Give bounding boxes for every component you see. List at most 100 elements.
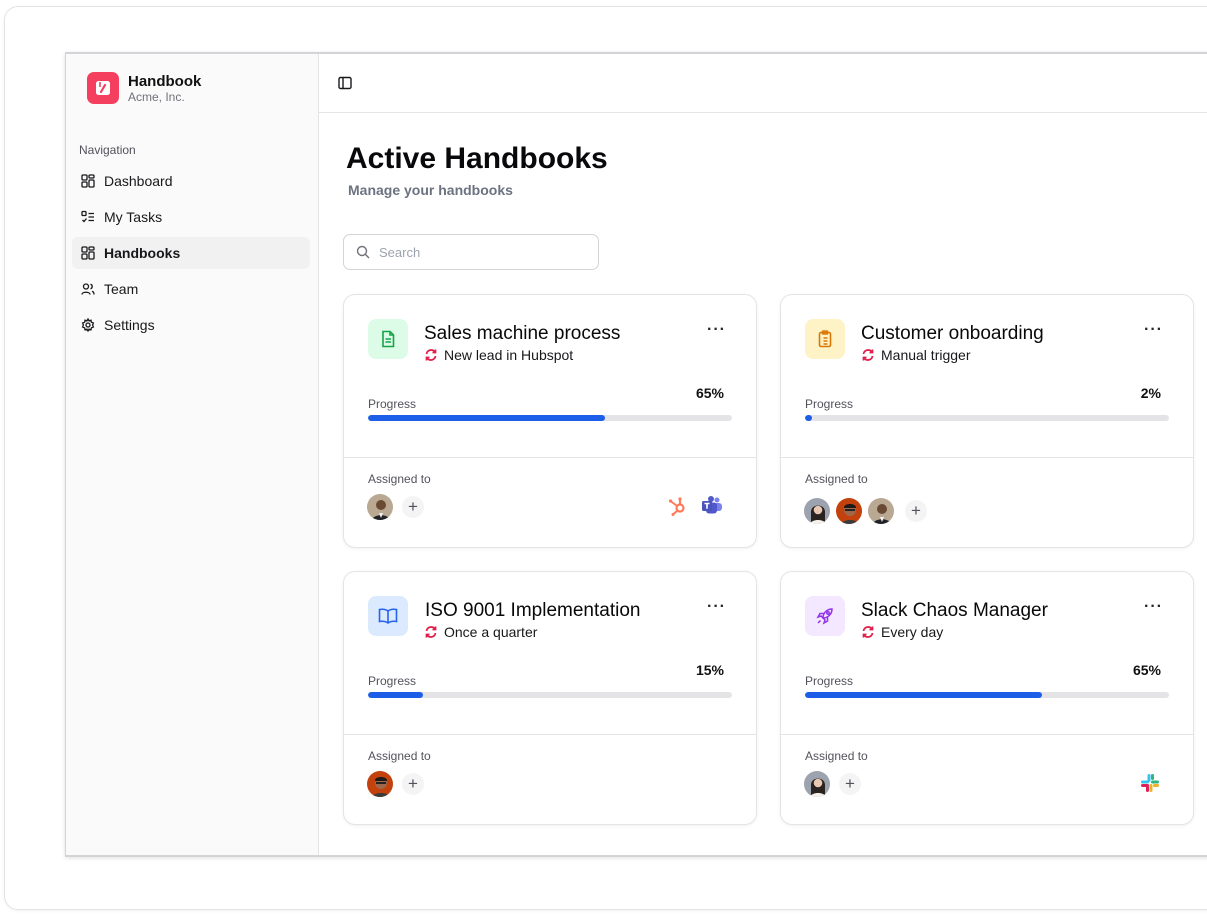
assignees: + [803, 497, 927, 525]
sidebar-item-handbooks[interactable]: Handbooks [72, 237, 310, 269]
avatar[interactable] [835, 497, 863, 525]
sidebar-item-label: My Tasks [104, 209, 163, 225]
card-title: Sales machine process [424, 323, 621, 344]
progress-percent: 65% [1132, 662, 1161, 678]
card-trigger-label: Once a quarter [444, 624, 538, 640]
card-icon-box [805, 319, 845, 359]
dashboard-icon [81, 174, 95, 188]
document-icon [382, 330, 395, 348]
refresh-icon [425, 349, 437, 361]
card-icon-box [368, 319, 408, 359]
add-assignee-button[interactable]: + [402, 496, 424, 518]
add-assignee-button[interactable]: + [905, 500, 927, 522]
card-divider [781, 457, 1193, 458]
slack-icon[interactable] [1139, 772, 1161, 794]
hubspot-icon[interactable] [666, 495, 688, 517]
avatar[interactable] [366, 770, 394, 798]
integrations [666, 495, 724, 517]
assignees: + [803, 770, 861, 798]
brand-company: Acme, Inc. [128, 89, 185, 104]
gear-icon [81, 318, 95, 332]
card-trigger-label: Manual trigger [881, 347, 971, 363]
sidebar-toggle-icon[interactable] [337, 75, 353, 91]
clipboard-icon [818, 330, 832, 348]
users-icon [81, 283, 95, 295]
integrations [1139, 772, 1161, 794]
card-trigger: Every day [861, 624, 943, 640]
card-trigger: Manual trigger [861, 347, 971, 363]
page-title: Active Handbooks [346, 142, 608, 175]
assignees: + [366, 770, 424, 798]
assignees: + [366, 493, 424, 521]
book-icon [378, 608, 398, 624]
brand-logo-icon [87, 72, 119, 104]
handbook-card[interactable]: Sales machine process New lead in Hubspo… [343, 294, 757, 548]
card-trigger: Once a quarter [424, 624, 537, 640]
card-icon-box [368, 596, 408, 636]
main-content: Active Handbooks Manage your handbooks S… [319, 54, 1207, 855]
progress-bar [368, 415, 732, 421]
progress-bar [368, 692, 732, 698]
handbook-card[interactable]: ISO 9001 Implementation Once a quarter ·… [343, 571, 757, 825]
progress-percent: 15% [695, 662, 724, 678]
card-trigger-label: New lead in Hubspot [444, 347, 574, 363]
progress-label: Progress [805, 674, 854, 688]
search-box[interactable] [343, 234, 599, 270]
avatar[interactable] [366, 493, 394, 521]
progress-bar-fill [805, 692, 1042, 698]
card-trigger-label: Every day [881, 624, 944, 640]
app-window: Handbook Acme, Inc. Navigation Dashboard… [65, 52, 1207, 857]
more-options-button[interactable]: ··· [707, 598, 726, 616]
card-title: Slack Chaos Manager [861, 600, 1048, 621]
handbook-card[interactable]: Slack Chaos Manager Every day ··· Progre… [780, 571, 1194, 825]
sidebar-item-team[interactable]: Team [72, 273, 310, 305]
refresh-icon [862, 349, 874, 361]
sidebar-item-settings[interactable]: Settings [72, 309, 310, 341]
search-input[interactable] [379, 244, 579, 260]
search-icon [356, 245, 370, 259]
grid-icon [81, 246, 95, 260]
progress-label: Progress [805, 397, 854, 411]
sidebar-item-dashboard[interactable]: Dashboard [72, 165, 310, 197]
progress-percent: 2% [1140, 385, 1161, 401]
card-icon-box [805, 596, 845, 636]
tasks-icon [81, 210, 94, 223]
more-options-button[interactable]: ··· [1144, 321, 1163, 339]
handbook-card[interactable]: Customer onboarding Manual trigger ··· P… [780, 294, 1194, 548]
rocket-icon [816, 608, 833, 625]
progress-label: Progress [368, 674, 417, 688]
card-divider [344, 457, 756, 458]
brand[interactable]: Handbook Acme, Inc. [87, 72, 201, 104]
sidebar-item-label: Team [104, 281, 139, 297]
assigned-label: Assigned to [368, 472, 431, 486]
brand-name: Handbook [128, 72, 202, 90]
progress-bar [805, 415, 1169, 421]
nav-section-title: Navigation [79, 143, 136, 157]
sidebar-item-my-tasks[interactable]: My Tasks [72, 201, 310, 233]
avatar[interactable] [803, 770, 831, 798]
sidebar-item-label: Handbooks [104, 245, 181, 261]
sidebar-nav: Dashboard My Tasks Handbooks Team Settin… [72, 165, 310, 345]
refresh-icon [862, 626, 874, 638]
assigned-label: Assigned to [805, 472, 868, 486]
card-divider [781, 734, 1193, 735]
topbar [319, 54, 1207, 113]
sidebar-item-label: Settings [104, 317, 155, 333]
sidebar: Handbook Acme, Inc. Navigation Dashboard… [66, 54, 319, 855]
assigned-label: Assigned to [368, 749, 431, 763]
card-trigger: New lead in Hubspot [424, 347, 573, 363]
more-options-button[interactable]: ··· [707, 321, 726, 339]
more-options-button[interactable]: ··· [1144, 598, 1163, 616]
sidebar-item-label: Dashboard [104, 173, 173, 189]
teams-icon[interactable] [700, 495, 724, 517]
add-assignee-button[interactable]: + [402, 773, 424, 795]
refresh-icon [425, 626, 437, 638]
card-title: ISO 9001 Implementation [425, 600, 641, 621]
add-assignee-button[interactable]: + [839, 773, 861, 795]
progress-bar-fill [805, 415, 813, 421]
avatar[interactable] [803, 497, 831, 525]
progress-bar-fill [368, 692, 423, 698]
avatar[interactable] [867, 497, 895, 525]
progress-bar-fill [368, 415, 605, 421]
page-subtitle: Manage your handbooks [348, 182, 513, 198]
